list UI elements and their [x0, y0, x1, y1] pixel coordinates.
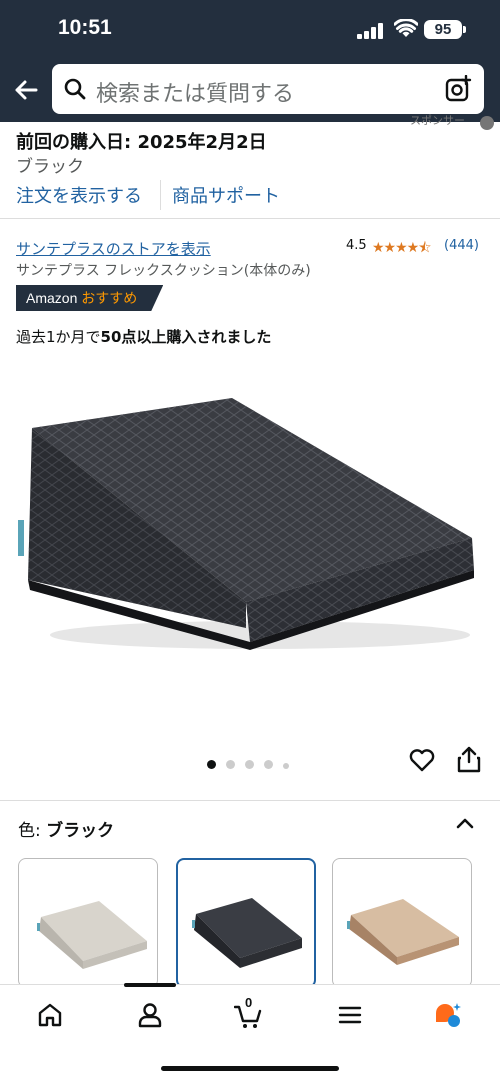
bought-count-text: 過去1か月で50点以上購入されました: [16, 326, 271, 347]
cellular-signal-icon: [357, 23, 383, 39]
swatch-light-gray-image: [37, 901, 147, 969]
search-icon: [64, 78, 86, 100]
section-divider: [0, 800, 500, 801]
home-indicator: [161, 1066, 339, 1071]
badge-highlight: おすすめ: [81, 290, 138, 306]
amazon-recommended-badge: Amazon おすすめ: [16, 285, 163, 311]
search-input[interactable]: 検索または質問する: [96, 76, 294, 108]
search-bar[interactable]: 検索または質問する: [52, 64, 484, 114]
view-order-link[interactable]: 注文を表示する: [16, 182, 142, 208]
swatch-beige-image: [347, 899, 459, 965]
pagination-dot[interactable]: [264, 760, 273, 769]
camera-search-icon[interactable]: [444, 75, 472, 103]
bought-prefix: 過去1か月で: [16, 328, 101, 346]
chevron-up-icon[interactable]: [456, 816, 474, 830]
badge-prefix: Amazon: [26, 290, 78, 306]
cart-count: 0: [245, 995, 253, 1010]
section-divider: [0, 218, 500, 219]
home-icon[interactable]: [36, 1001, 64, 1029]
bought-bold: 50点以上購入されました: [100, 328, 272, 346]
wifi-icon: [394, 19, 418, 37]
active-tab-indicator: [124, 983, 176, 987]
battery-icon: 95: [424, 20, 466, 39]
swatch-black[interactable]: [176, 858, 316, 988]
top-header: 10:51 95 検索または質問する: [0, 0, 500, 122]
status-time: 10:51: [58, 16, 112, 39]
pagination-dot[interactable]: [283, 763, 289, 769]
swatch-black-image: [192, 898, 302, 968]
rufus-assistant-icon[interactable]: [434, 1001, 462, 1029]
variant-selected-value: ブラック: [46, 821, 115, 841]
divider: [160, 180, 161, 210]
status-bar: 10:51 95: [0, 0, 500, 60]
pagination-dot[interactable]: [207, 760, 216, 769]
pagination-dot[interactable]: [245, 760, 254, 769]
pagination-dot[interactable]: [226, 760, 235, 769]
product-title: サンテプラス フレックスクッション(本体のみ): [16, 263, 311, 279]
info-icon[interactable]: [480, 116, 494, 130]
sponsored-label: スポンサー: [410, 114, 465, 127]
variant-label: 色:: [18, 821, 41, 841]
purchased-color: ブラック: [16, 157, 84, 177]
share-icon[interactable]: [456, 745, 482, 773]
last-purchase-date: 前回の購入日: 2025年2月2日: [16, 132, 267, 153]
product-support-link[interactable]: 商品サポート: [172, 182, 280, 208]
heart-icon[interactable]: [408, 746, 436, 774]
rating-value[interactable]: 4.5: [346, 238, 367, 253]
rating-stars-icon[interactable]: ★★★★⯪: [372, 237, 431, 261]
color-variant-label: 色: ブラック: [18, 816, 114, 841]
store-link[interactable]: サンテプラスのストアを表示: [16, 238, 211, 259]
image-pagination-dots[interactable]: [207, 754, 299, 769]
product-image[interactable]: [10, 380, 490, 670]
account-icon[interactable]: [136, 1001, 164, 1029]
menu-icon[interactable]: [336, 1001, 364, 1029]
review-count-link[interactable]: (444): [444, 238, 479, 253]
swatch-beige[interactable]: [332, 858, 472, 988]
back-arrow-icon[interactable]: [12, 76, 40, 104]
swatch-light-gray[interactable]: [18, 858, 158, 988]
